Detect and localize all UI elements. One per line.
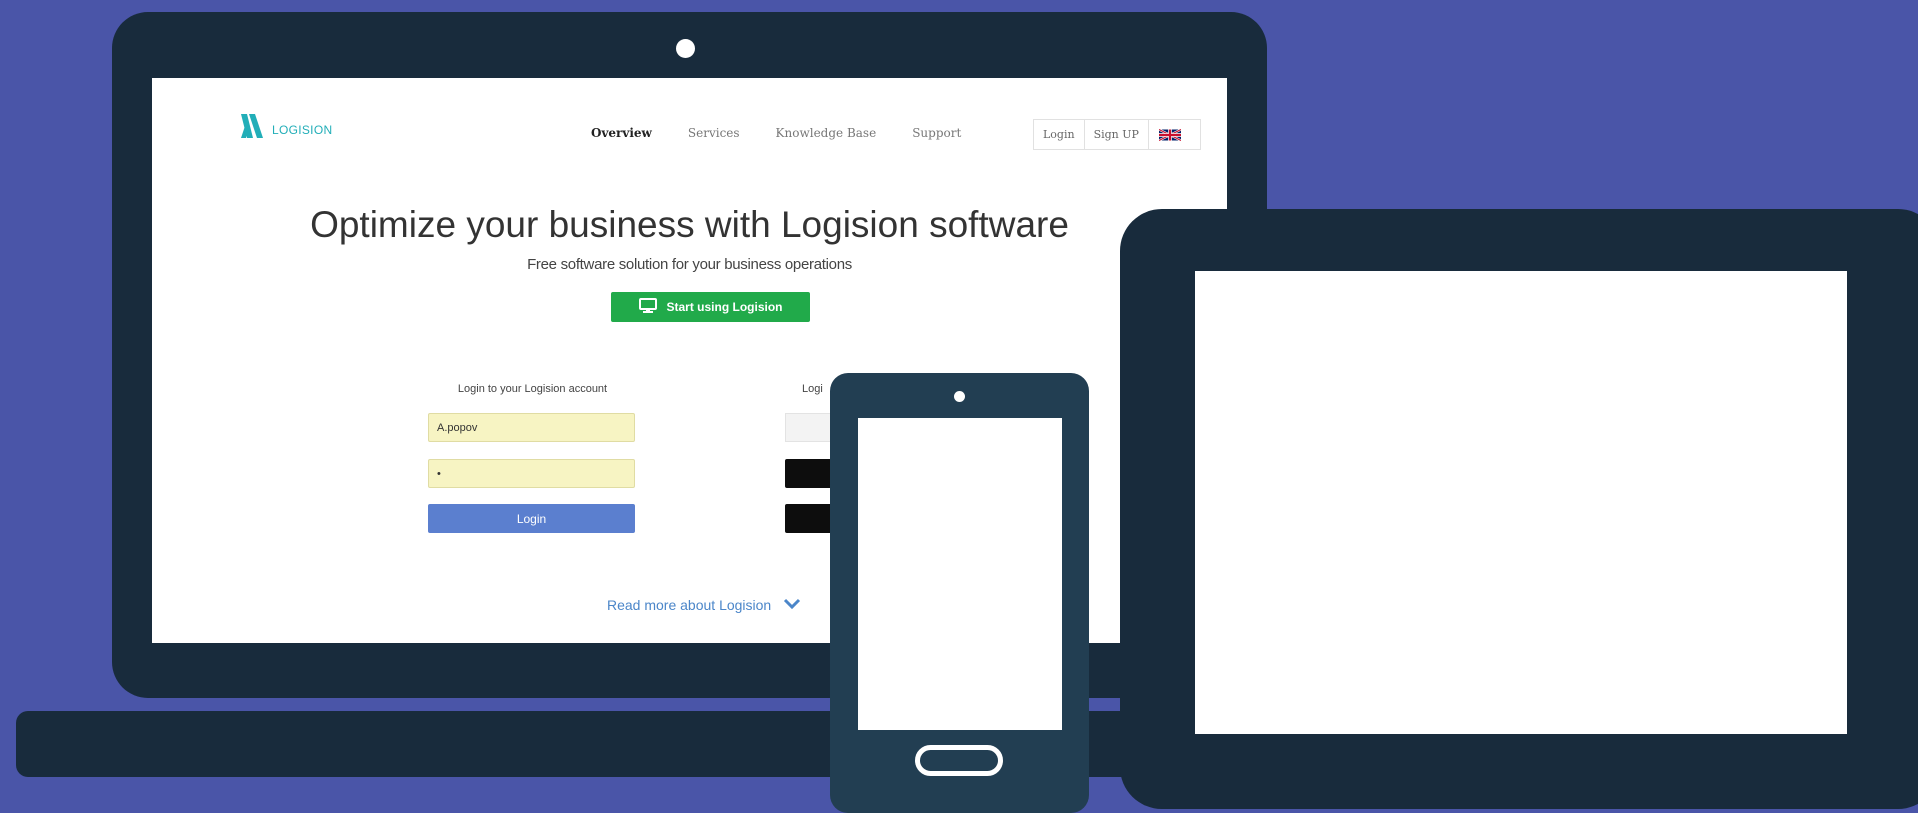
hero-title: Optimize your business with Logision sof… — [310, 204, 1069, 245]
brand-logo[interactable]: LOGISION — [238, 112, 332, 140]
login-button[interactable]: Login — [428, 504, 635, 533]
logision-logo-icon — [238, 112, 266, 140]
username-input[interactable]: A.popov — [428, 413, 635, 442]
phone-home-button — [915, 745, 1003, 776]
nav-item-knowledge-base[interactable]: Knowledge Base — [776, 126, 877, 140]
monitor-icon — [638, 298, 657, 316]
nav-item-overview[interactable]: Overview — [591, 126, 652, 140]
read-more-label: Read more about Logision — [607, 597, 772, 613]
auth-box: Login Sign UP — [1033, 119, 1201, 150]
read-more-link[interactable]: Read more about Logision — [607, 597, 801, 613]
phone-screen — [858, 418, 1062, 730]
main-nav: Overview Services Knowledge Base Support — [591, 126, 997, 140]
signup-link[interactable]: Sign UP — [1085, 120, 1149, 149]
alt-login-heading: Logi — [802, 383, 823, 395]
hero-subtitle: Free software solution for your business… — [527, 256, 852, 273]
nav-item-services[interactable]: Services — [688, 126, 740, 140]
start-using-button[interactable]: Start using Logision — [611, 292, 810, 322]
laptop-camera — [676, 39, 695, 58]
nav-item-support[interactable]: Support — [912, 126, 961, 140]
chevron-down-icon — [783, 597, 801, 613]
login-form-heading: Login to your Logision account — [457, 383, 608, 395]
uk-flag-icon[interactable] — [1149, 120, 1191, 149]
tablet-screen — [1195, 271, 1847, 734]
brand-name: LOGISION — [272, 123, 333, 137]
login-link[interactable]: Login — [1034, 120, 1085, 149]
start-using-label: Start using Logision — [666, 300, 783, 314]
phone-camera — [954, 391, 965, 402]
password-input[interactable]: • — [428, 459, 635, 488]
